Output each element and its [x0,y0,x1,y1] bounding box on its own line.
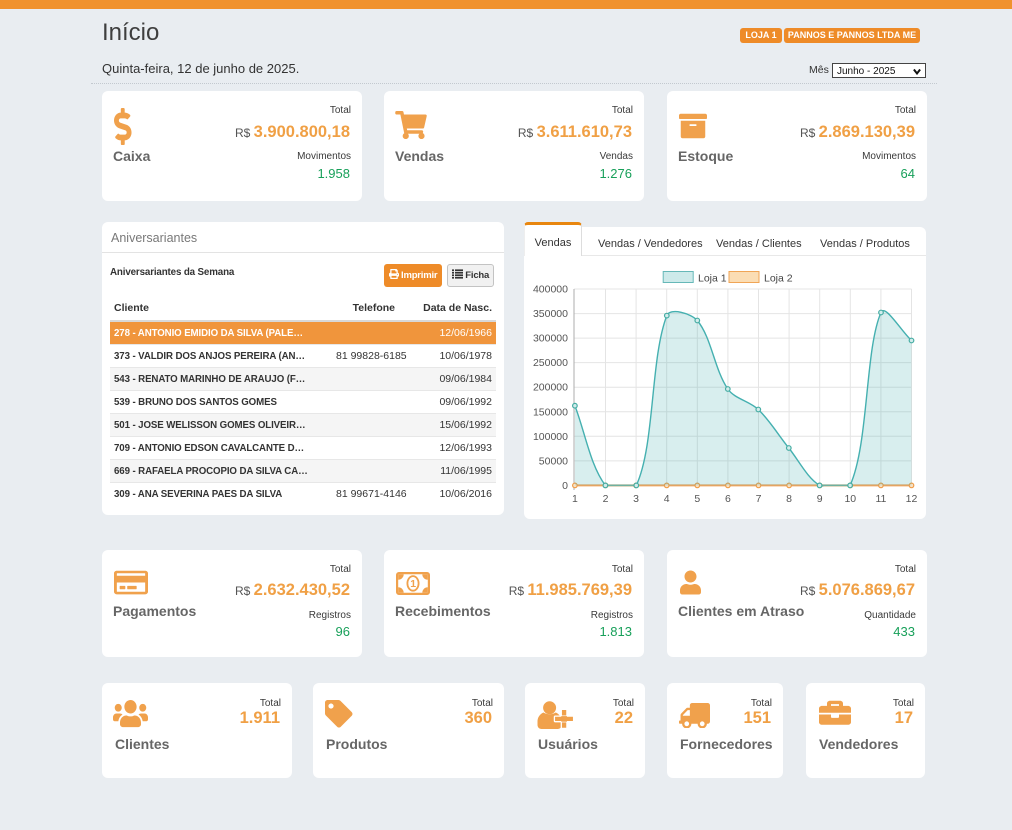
svg-text:3: 3 [633,493,639,505]
svg-text:12: 12 [906,493,918,505]
svg-text:6: 6 [725,493,731,505]
svg-text:7: 7 [756,493,762,505]
svg-text:8: 8 [786,493,792,505]
svg-text:9: 9 [817,493,823,505]
svg-text:200000: 200000 [533,382,568,394]
svg-text:Loja 1: Loja 1 [698,273,727,285]
svg-text:11: 11 [875,493,886,505]
svg-text:300000: 300000 [533,333,568,345]
svg-text:0: 0 [562,480,568,492]
svg-text:350000: 350000 [533,308,568,320]
svg-text:2: 2 [603,493,609,505]
svg-text:400000: 400000 [533,284,568,296]
svg-text:150000: 150000 [533,406,568,418]
svg-text:100000: 100000 [533,431,568,443]
svg-text:5: 5 [694,493,700,505]
svg-text:1: 1 [572,493,578,505]
svg-text:50000: 50000 [539,455,568,467]
svg-text:Loja 2: Loja 2 [764,273,793,285]
svg-text:4: 4 [664,493,670,505]
svg-text:250000: 250000 [533,357,568,369]
svg-text:10: 10 [844,493,856,505]
